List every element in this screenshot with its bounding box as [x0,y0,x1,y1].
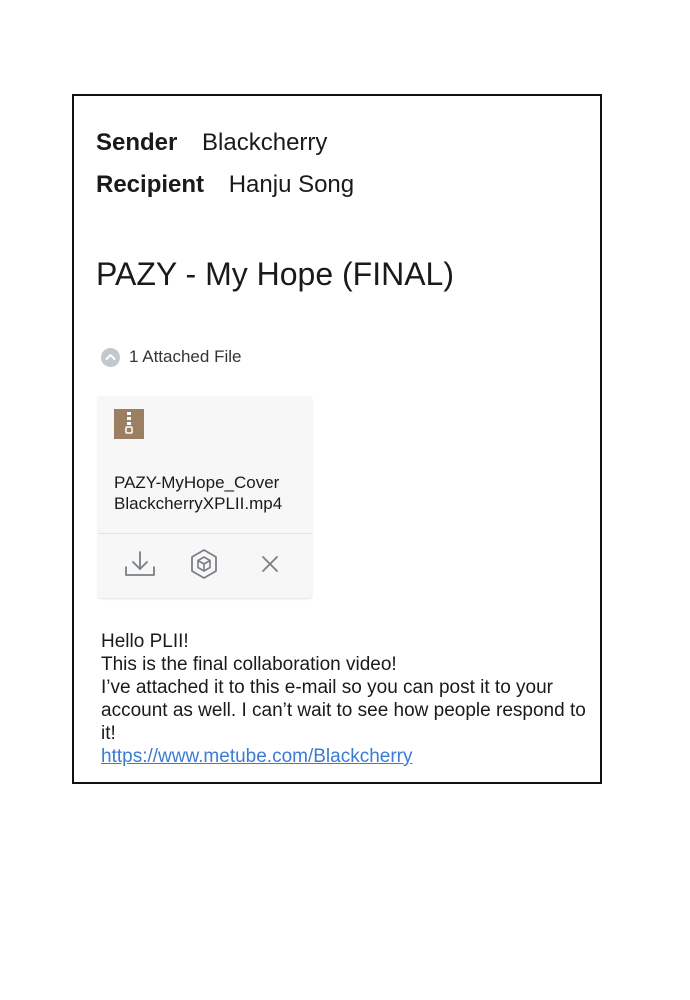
body-line-intro: This is the final collaboration video! [101,654,397,675]
zip-file-icon [114,409,144,444]
attachment-count: 1 Attached File [129,347,242,366]
recipient-name: Hanju Song [228,171,355,198]
download-icon[interactable] [123,549,157,584]
attachment-filename-line2: BlackcherryXPLII.mp4 [114,494,283,513]
body-line-greeting: Hello PLII! [101,631,189,652]
download-button[interactable] [122,548,158,584]
cube-icon[interactable] [189,548,219,585]
remove-attachment-button[interactable] [252,548,288,584]
recipient-label: Recipient [96,171,205,198]
attachment-filename: PAZY-MyHope_Cover BlackcherryXPLII.mp4 [114,472,304,514]
sender-label: Sender [96,129,178,156]
email-body: Hello PLII! This is the final collaborat… [101,630,591,768]
channel-link[interactable]: https://www.metube.com/Blackcherry [101,746,413,767]
sender-row: Sender Blackcherry [96,129,327,157]
attachments-toggle[interactable]: 1 Attached File [101,347,241,367]
sender-name: Blackcherry [202,129,328,156]
email-view: Sender Blackcherry Recipient Hanju Song … [72,94,602,784]
recipient-row: Recipient Hanju Song [96,171,354,199]
attachment-card[interactable]: PAZY-MyHope_Cover BlackcherryXPLII.mp4 [98,396,312,598]
attachment-actions [98,534,312,598]
close-icon[interactable] [260,554,280,579]
attachment-filename-line1: PAZY-MyHope_Cover [114,473,280,492]
archive-button[interactable] [186,548,222,584]
body-line-message: I’ve attached it to this e-mail so you c… [101,677,586,744]
email-subject: PAZY - My Hope (FINAL) [96,256,454,292]
chevron-up-icon[interactable] [101,347,120,367]
